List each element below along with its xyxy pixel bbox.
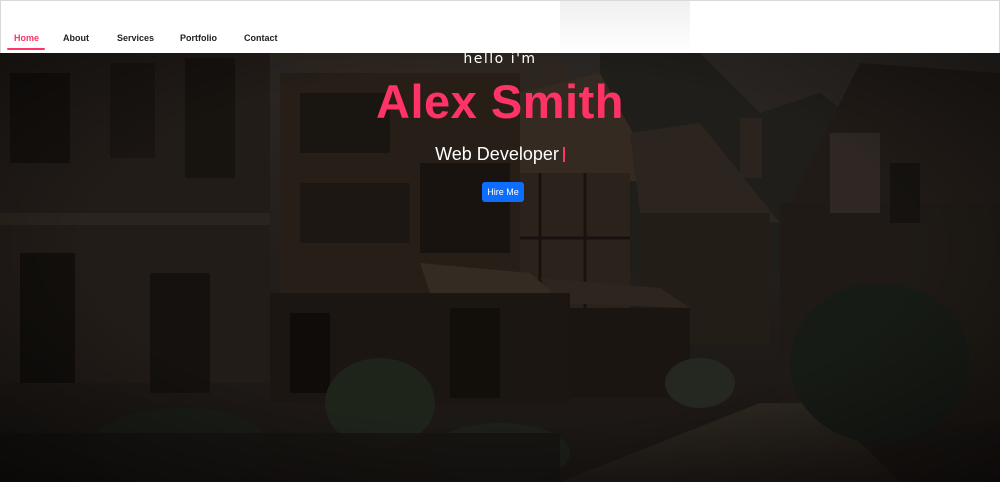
hero-role-line: Web Developer <box>0 144 1000 165</box>
nav-links: Home About Services Portfolio Contact <box>5 29 294 51</box>
nav-item-contact[interactable]: Contact <box>244 29 294 51</box>
nav-item-about[interactable]: About <box>63 29 117 51</box>
nav-item-portfolio[interactable]: Portfolio <box>180 29 244 51</box>
hero-name: Alex Smith <box>376 75 624 128</box>
typing-cursor <box>562 147 565 162</box>
hero-greeting: hello i'm <box>463 51 537 67</box>
hire-me-button[interactable]: Hire Me <box>482 182 524 202</box>
nav-item-home[interactable]: Home <box>5 29 45 51</box>
hero-role: Web Developer <box>435 144 559 164</box>
top-navbar: Home About Services Portfolio Contact <box>0 0 1000 53</box>
nav-item-services[interactable]: Services <box>117 29 180 51</box>
